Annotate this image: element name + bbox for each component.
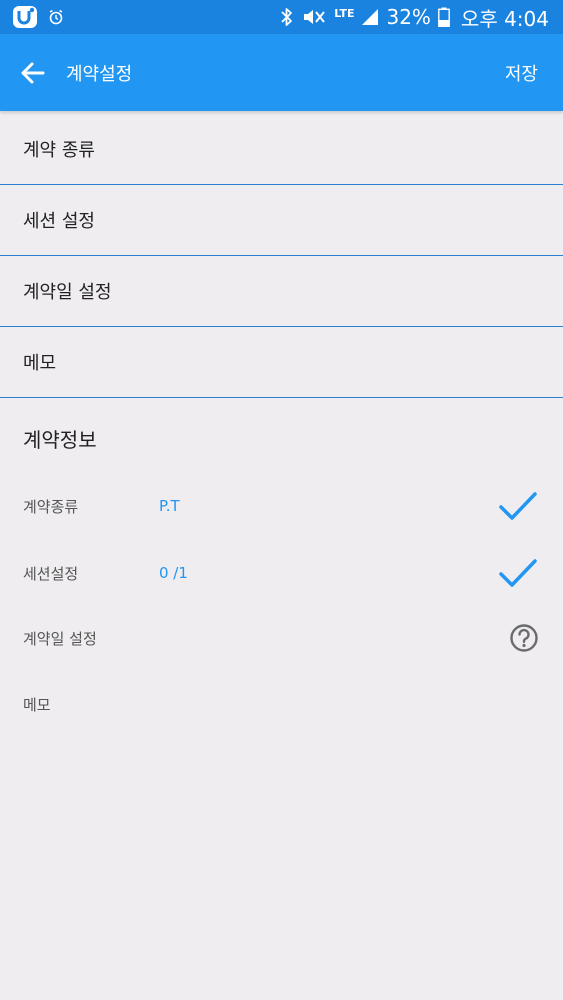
info-value: 0 /1: [159, 564, 188, 582]
app-bar: 계약설정 저장: [0, 34, 563, 111]
menu-item-memo[interactable]: 메모: [0, 327, 563, 398]
info-row-contract-type: 계약종류 P.T: [0, 486, 563, 526]
alarm-icon: [49, 9, 63, 25]
bluetooth-icon: [281, 8, 293, 26]
clock: 오후 4:04: [460, 6, 549, 31]
info-label: 계약일 설정: [23, 629, 97, 648]
network-type: LTE: [334, 6, 355, 20]
info-row-memo: 메모: [0, 684, 563, 724]
battery-percent: 32%: [386, 5, 431, 29]
arrow-left-icon: [21, 62, 45, 83]
check-icon: [499, 492, 537, 520]
settings-menu: 계약 종류 세션 설정 계약일 설정 메모: [0, 114, 563, 398]
check-icon: [499, 559, 537, 587]
status-right: LTE 32% 오후 4:04: [280, 3, 549, 32]
info-label: 계약종류: [23, 497, 79, 516]
menu-item-contract-date[interactable]: 계약일 설정: [0, 256, 563, 327]
mute-icon: [304, 10, 326, 24]
contract-info-title: 계약정보: [23, 428, 97, 452]
info-label: 메모: [23, 695, 51, 714]
page-title: 계약설정: [66, 63, 133, 85]
status-bar: LTE 32% 오후 4:04: [0, 0, 563, 34]
signal-icon: [362, 9, 379, 25]
menu-item-contract-type[interactable]: 계약 종류: [0, 114, 563, 185]
info-value: P.T: [159, 497, 180, 515]
info-row-contract-date: 계약일 설정: [0, 618, 563, 658]
battery-icon: [438, 7, 450, 27]
info-label: 세션설정: [23, 564, 79, 583]
save-button[interactable]: 저장: [489, 34, 563, 111]
help-circle-icon: [510, 624, 538, 652]
menu-item-session-settings[interactable]: 세션 설정: [0, 185, 563, 256]
status-left: [12, 5, 64, 29]
back-button[interactable]: [0, 34, 66, 111]
info-row-session-settings: 세션설정 0 /1: [0, 553, 563, 593]
app-notification-icon: [13, 6, 37, 28]
